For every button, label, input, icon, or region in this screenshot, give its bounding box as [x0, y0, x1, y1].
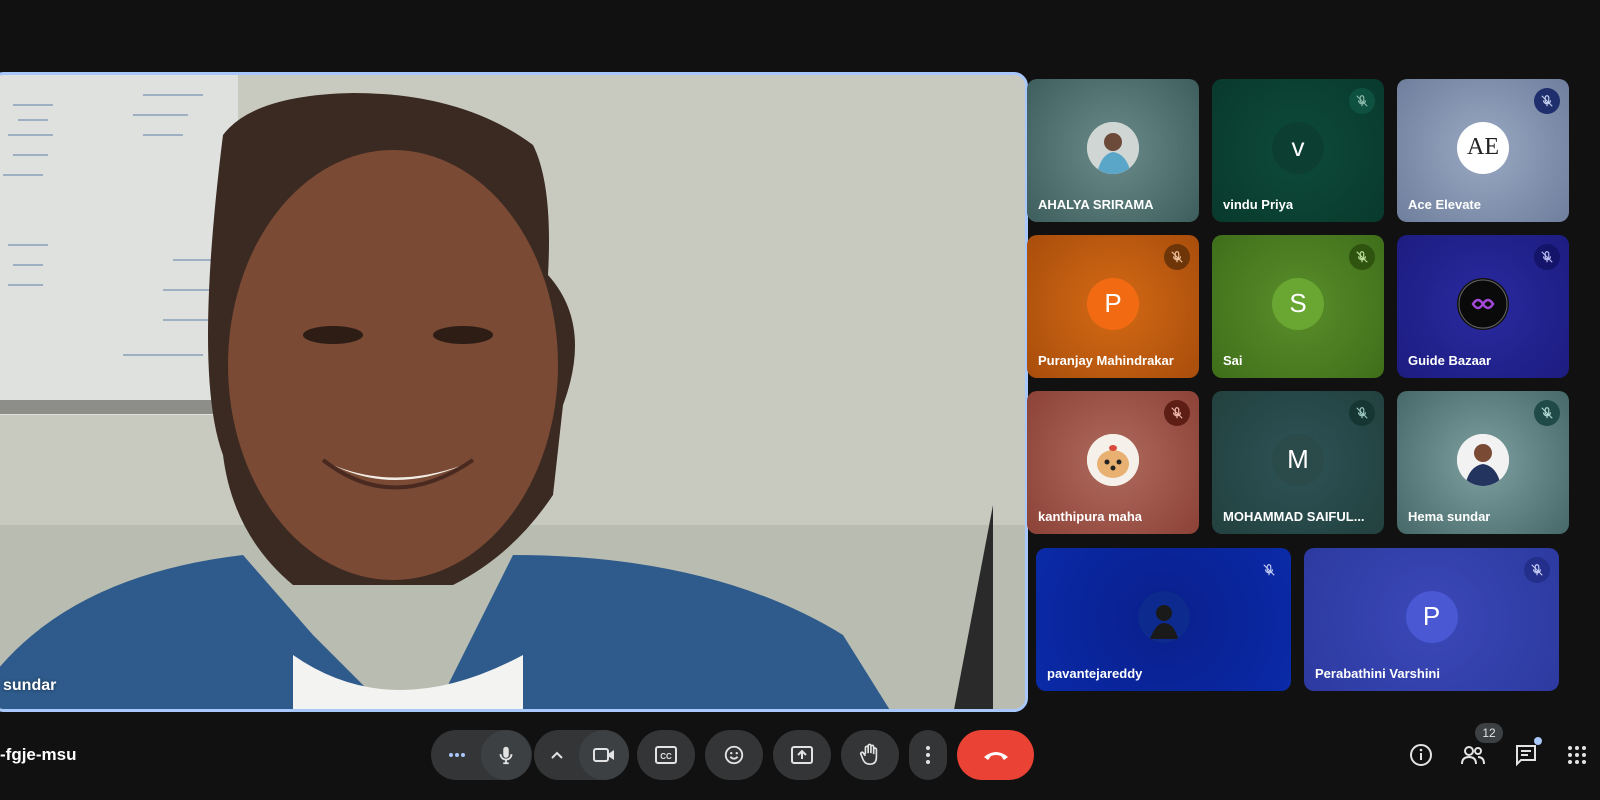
main-speaker-video[interactable]: sundar — [0, 72, 1028, 712]
meeting-code: -fgje-msu — [0, 745, 77, 764]
vertical-dots-icon — [926, 746, 930, 764]
more-options-button[interactable] — [909, 730, 947, 780]
mic-icon — [499, 746, 512, 765]
participant-name: Puranjay Mahindrakar — [1038, 353, 1174, 368]
avatar — [1457, 433, 1509, 486]
participant-name: kanthipura maha — [1038, 509, 1143, 524]
camera-icon — [592, 748, 614, 762]
participant-tile[interactable]: P Perabathini Varshini — [1304, 548, 1559, 691]
main-speaker-name: sundar — [3, 677, 57, 694]
avatar: M — [1272, 433, 1324, 486]
speaker-video-frame — [0, 75, 1025, 709]
participant-tile[interactable]: AE Ace Elevate — [1397, 79, 1569, 222]
chat-notification-dot — [1534, 737, 1542, 745]
microphone-button[interactable] — [480, 730, 531, 780]
participant-tile[interactable]: M MOHAMMAD SAIFUL... — [1212, 391, 1384, 534]
svg-text:CC: CC — [660, 752, 672, 761]
meeting-details-button[interactable] — [1407, 741, 1435, 769]
participant-tile[interactable]: Guide Bazaar — [1397, 235, 1569, 378]
people-count-badge: 12 — [1475, 723, 1503, 743]
present-button[interactable] — [773, 730, 831, 780]
end-call-icon — [983, 752, 1008, 760]
participant-tile[interactable]: pavantejareddy — [1036, 548, 1291, 691]
hand-icon — [860, 743, 878, 765]
mic-off-icon — [1256, 557, 1282, 583]
mic-off-icon — [1164, 244, 1190, 270]
activities-button[interactable] — [1563, 741, 1591, 769]
apps-grid-icon — [1568, 746, 1586, 764]
participant-tile[interactable]: v vindu Priya — [1212, 79, 1384, 222]
present-icon — [791, 746, 813, 764]
mic-off-icon — [1349, 244, 1375, 270]
mic-off-icon — [1349, 88, 1375, 114]
participant-name: vindu Priya — [1223, 197, 1294, 212]
avatar: S — [1272, 277, 1324, 330]
avatar: P — [1087, 277, 1139, 330]
mic-off-icon — [1164, 400, 1190, 426]
avatar: AE — [1457, 121, 1509, 174]
avatar — [1137, 590, 1190, 643]
participant-tile[interactable]: Hema sundar — [1397, 391, 1569, 534]
avatar — [1087, 433, 1139, 486]
avatar: P — [1405, 590, 1458, 643]
participant-tile[interactable]: S Sai — [1212, 235, 1384, 378]
people-button[interactable] — [1459, 741, 1487, 769]
reactions-button[interactable] — [705, 730, 763, 780]
mic-off-icon — [1534, 244, 1560, 270]
participant-name: Sai — [1223, 353, 1243, 368]
captions-icon: CC — [655, 746, 677, 764]
participant-name: Hema sundar — [1408, 509, 1491, 524]
mic-off-icon — [1349, 400, 1375, 426]
avatar: v — [1272, 121, 1324, 174]
chat-button[interactable] — [1512, 737, 1542, 769]
participant-name: Perabathini Varshini — [1315, 666, 1440, 681]
participant-name: Guide Bazaar — [1408, 353, 1492, 368]
participant-name: MOHAMMAD SAIFUL... — [1223, 509, 1365, 524]
mic-control-group — [431, 730, 532, 780]
chat-icon — [1516, 745, 1536, 767]
camera-button[interactable] — [578, 730, 629, 780]
avatar — [1457, 277, 1509, 330]
more-video-options-button[interactable] — [535, 730, 579, 780]
participant-name: Ace Elevate — [1408, 197, 1481, 212]
more-options-icon — [448, 753, 465, 757]
mic-off-icon — [1534, 88, 1560, 114]
meeting-controls-bar: -fgje-msu CC 12 — [0, 718, 1600, 800]
chevron-up-icon — [550, 751, 563, 759]
leave-call-button[interactable] — [957, 730, 1034, 780]
people-icon — [1461, 746, 1485, 765]
camera-control-group — [534, 730, 629, 780]
participant-name: AHALYA SRIRAMA — [1038, 197, 1154, 212]
info-icon — [1410, 744, 1432, 766]
raise-hand-button[interactable] — [841, 730, 899, 780]
participant-tile[interactable]: kanthipura maha — [1027, 391, 1199, 534]
mic-off-icon — [1534, 400, 1560, 426]
captions-button[interactable]: CC — [637, 730, 695, 780]
more-audio-options-button[interactable] — [433, 730, 481, 780]
participant-tile[interactable]: P Puranjay Mahindrakar — [1027, 235, 1199, 378]
participant-name: pavantejareddy — [1047, 666, 1143, 681]
participant-tile[interactable]: AHALYA SRIRAMA — [1027, 79, 1199, 222]
emoji-icon — [724, 745, 744, 765]
mic-off-icon — [1524, 557, 1550, 583]
avatar — [1087, 121, 1139, 174]
